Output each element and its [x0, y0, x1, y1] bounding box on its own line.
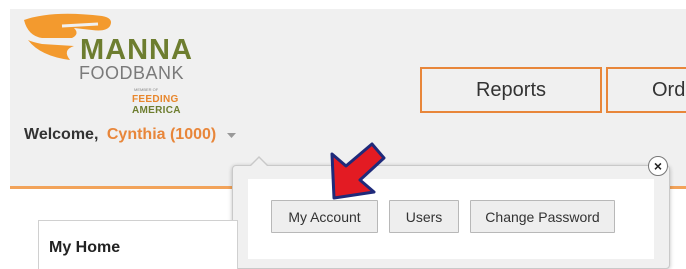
users-button[interactable]: Users: [389, 200, 459, 233]
popover-arrow-fill: [251, 158, 267, 166]
america-text: AMERICA: [132, 105, 181, 116]
member-of-text: MEMBER OF: [134, 87, 159, 92]
caret-down-icon[interactable]: [226, 126, 236, 144]
logo-manna-text: MANNA: [80, 34, 193, 66]
manna-foodbank-logo[interactable]: MANNA FOODBANK MEMBER OF FEEDING AMERICA: [22, 10, 202, 120]
logo-foodbank-text: FOODBANK: [79, 63, 185, 83]
change-password-button[interactable]: Change Password: [470, 200, 615, 233]
red-arrow-pointer-icon: [330, 142, 386, 200]
nav-reports-button[interactable]: Reports: [420, 67, 602, 113]
my-home-panel: My Home: [38, 220, 238, 269]
welcome-label: Welcome,: [24, 126, 99, 144]
nav-orders-button[interactable]: Ord: [606, 67, 686, 113]
close-icon[interactable]: ×: [648, 156, 668, 176]
feeding-text: FEEDING: [132, 94, 179, 105]
my-home-title: My Home: [49, 239, 121, 256]
user-menu-toggle[interactable]: Cynthia (1000): [107, 126, 216, 143]
welcome-greeting: Welcome, Cynthia (1000): [24, 126, 236, 144]
